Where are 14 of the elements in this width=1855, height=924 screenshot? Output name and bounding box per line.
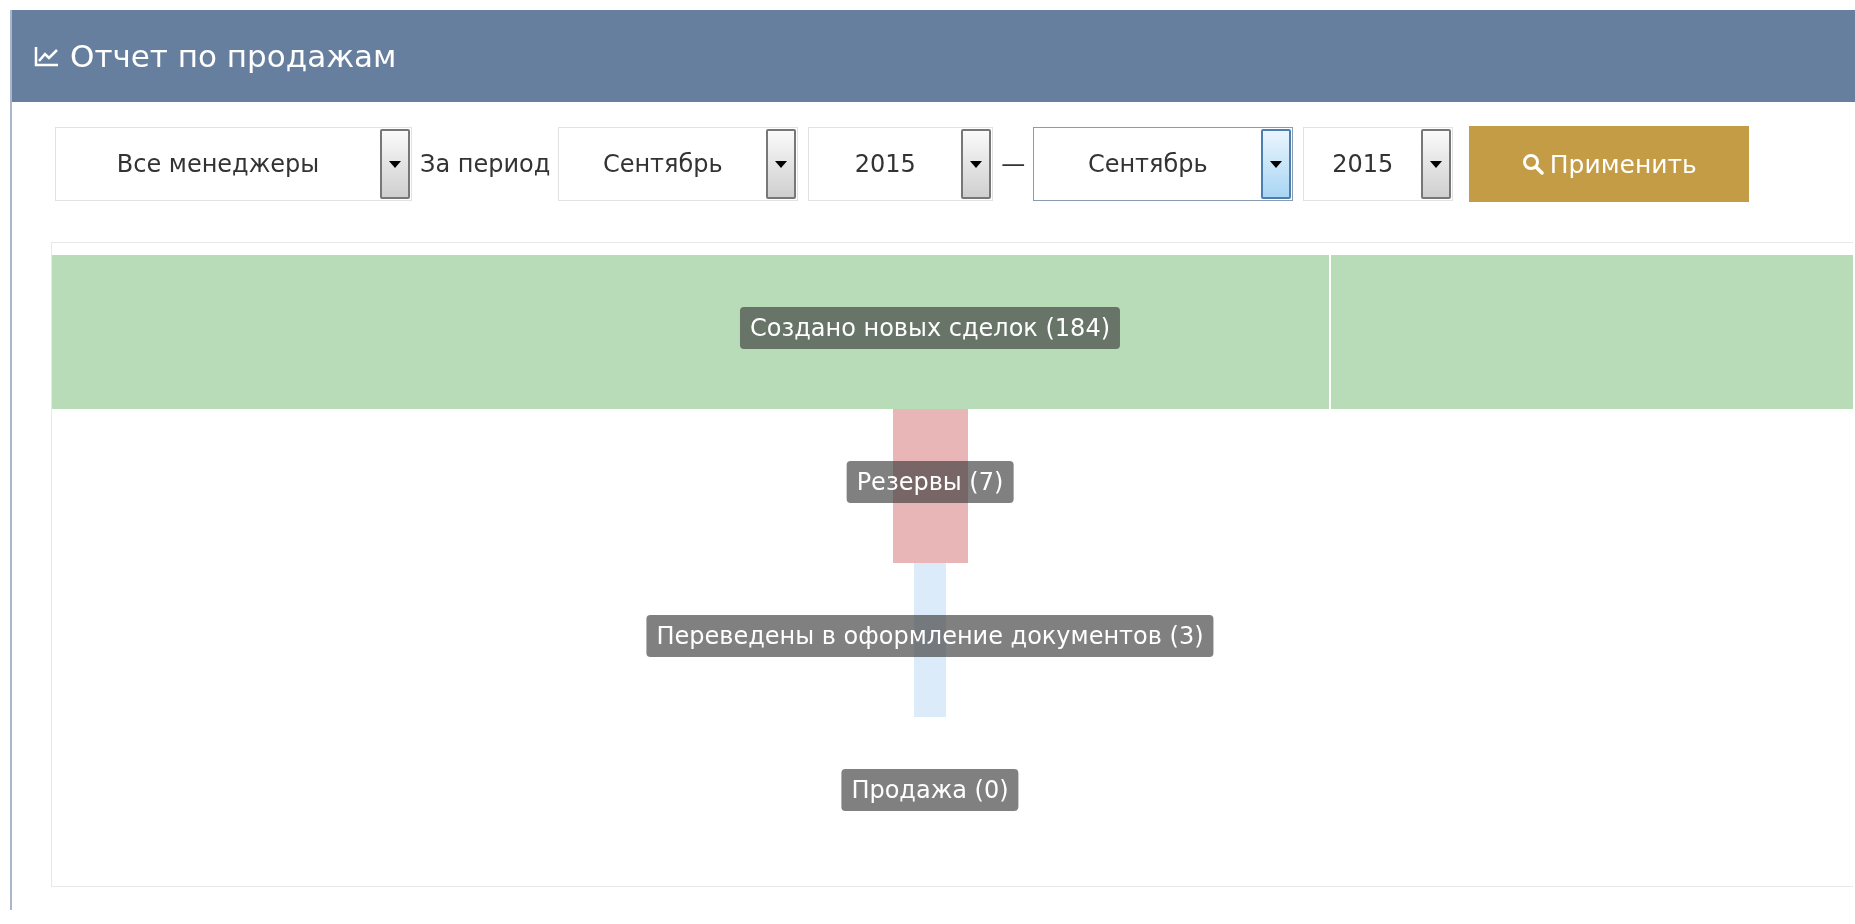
period-label: За период — [420, 150, 551, 178]
range-separator: — — [1001, 150, 1026, 178]
line-chart-icon — [34, 45, 60, 67]
stage-label: Переведены в оформление документов (3) — [646, 615, 1214, 657]
panel-title: Отчет по продажам — [70, 38, 397, 74]
dropdown-select[interactable]: Сентябрь — [558, 127, 799, 201]
dropdown-select[interactable]: Сентябрь — [1033, 127, 1294, 201]
stage-label: Продажа (0) — [841, 769, 1019, 811]
stage-label: Резервы (7) — [846, 461, 1014, 503]
dropdown-select[interactable]: 2015 — [808, 127, 994, 201]
dropdown-select[interactable]: 2015 — [1303, 127, 1454, 201]
stage-label: Создано новых сделок (184) — [740, 307, 1120, 349]
dropdown-select[interactable]: Все менеджеры — [55, 127, 412, 201]
search-icon — [1521, 153, 1544, 175]
